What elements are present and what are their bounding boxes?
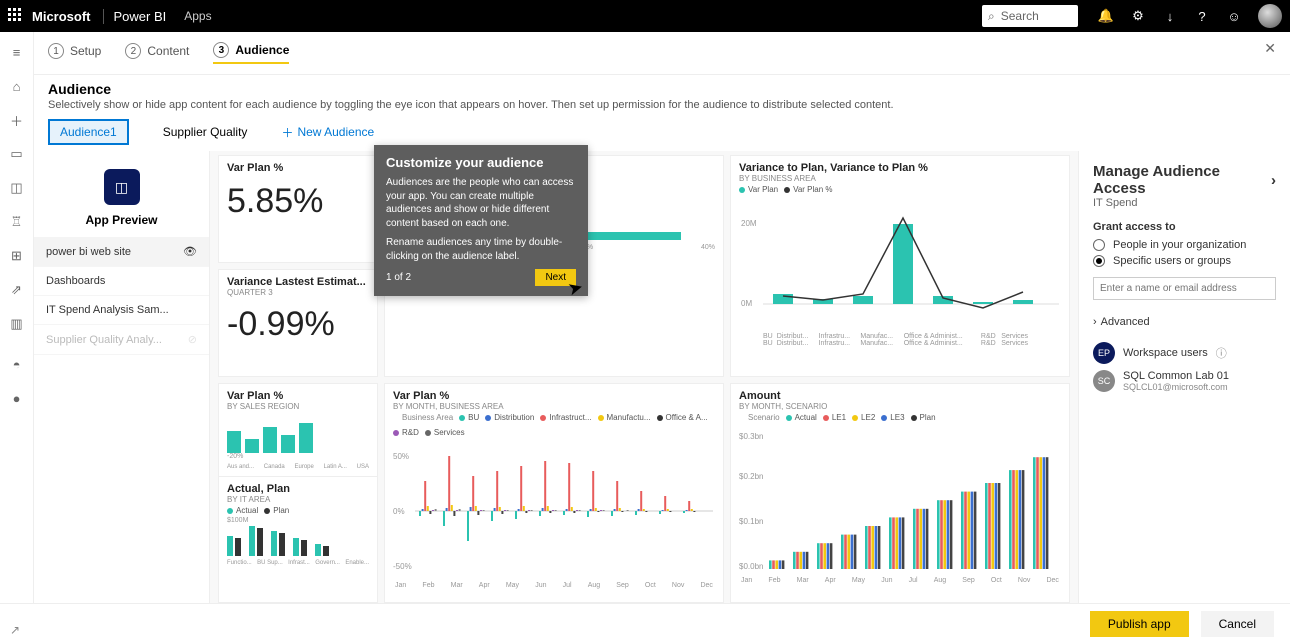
learn-icon[interactable]: ▥ — [9, 316, 25, 332]
app-preview[interactable]: ◫ App Preview — [34, 151, 209, 237]
svg-text:-50%: -50% — [393, 562, 412, 571]
tile-region-actual[interactable]: Var Plan % BY SALES REGION -20% Aus and.… — [218, 383, 378, 603]
browse-icon[interactable]: ▭ — [9, 146, 25, 162]
user-avatar-icon: SC — [1093, 370, 1115, 392]
nav-item[interactable]: IT Spend Analysis Sam... — [34, 296, 209, 325]
manage-audience-panel: Manage Audience Access› IT Spend Grant a… — [1078, 151, 1290, 603]
audience-tab-selected[interactable]: Audience1 — [48, 119, 129, 145]
new-audience-button[interactable]: ＋New Audience — [281, 124, 374, 141]
teach-callout: Customize your audience Audiences are th… — [374, 145, 588, 296]
svg-text:$0.2bn: $0.2bn — [739, 472, 763, 481]
deployment-icon[interactable]: ⇗ — [9, 282, 25, 298]
page-description: Selectively show or hide app content for… — [34, 99, 1290, 119]
apps-icon[interactable]: ⊞ — [9, 248, 25, 264]
step-setup[interactable]: 1Setup — [48, 42, 101, 64]
svg-text:0M: 0M — [741, 299, 752, 308]
amount-chart: $0.3bn $0.2bn $0.1bn $0.0bn — [739, 424, 1061, 574]
cancel-button[interactable]: Cancel — [1201, 611, 1274, 637]
chevron-right-icon[interactable]: › — [1271, 172, 1276, 189]
wizard-steps: 1Setup 2Content 3Audience ✕ — [34, 32, 1290, 75]
callout-p1: Audiences are the people who can access … — [386, 176, 576, 230]
close-icon[interactable]: ✕ — [1264, 40, 1276, 57]
svg-text:$0.1bn: $0.1bn — [739, 517, 763, 526]
advanced-toggle[interactable]: ›Advanced — [1093, 316, 1276, 328]
settings-icon[interactable]: ⚙ — [1130, 8, 1146, 24]
panel-subtitle: IT Spend — [1093, 197, 1276, 209]
variance-chart: 20M 0M — [739, 196, 1061, 326]
menu-icon[interactable]: ≡ — [9, 44, 25, 60]
expand-icon[interactable]: ↗ — [10, 623, 20, 637]
help-icon[interactable]: ? — [1194, 8, 1210, 24]
users-input[interactable] — [1093, 277, 1276, 300]
left-nav-rail: ≡ ⌂ ＋ ▭ ◫ ♖ ⊞ ⇗ ▥ ◓ ● — [0, 32, 34, 603]
search-placeholder: Search — [1001, 9, 1039, 23]
tile-amount[interactable]: Amount BY MONTH, SCENARIO Scenario Actua… — [730, 383, 1070, 603]
callout-counter: 1 of 2 — [386, 272, 411, 283]
app-launcher-icon[interactable] — [8, 8, 24, 24]
step-content[interactable]: 2Content — [125, 42, 189, 64]
chevron-right-icon: › — [1093, 316, 1097, 328]
svg-text:50%: 50% — [393, 452, 409, 461]
search-input[interactable]: ⌕ Search — [982, 5, 1078, 27]
tile-monthly[interactable]: Var Plan % BY MONTH, BUSINESS AREA Busin… — [384, 383, 724, 603]
nav-item[interactable]: Dashboards — [34, 267, 209, 296]
info-icon[interactable]: ⓘ — [1216, 345, 1227, 361]
feedback-icon[interactable]: ☺ — [1226, 8, 1242, 24]
radio-org[interactable]: People in your organization — [1093, 239, 1276, 251]
app-preview-label: App Preview — [34, 213, 209, 227]
audience-tabs: Audience1 Supplier Quality ＋New Audience — [34, 119, 1290, 151]
svg-text:20M: 20M — [741, 219, 757, 228]
section-label[interactable]: Apps — [184, 9, 211, 23]
eye-icon[interactable]: 👁 — [183, 245, 197, 258]
app-content-nav: ◫ App Preview power bi web site 👁 Dashbo… — [34, 151, 210, 603]
wizard-footer: Publish app Cancel — [0, 603, 1290, 643]
hidden-icon: ⊘ — [188, 333, 197, 346]
brand-microsoft: Microsoft — [32, 9, 91, 24]
workspaces-icon[interactable]: ◓ — [9, 356, 25, 372]
page-title: Audience — [34, 75, 1290, 99]
tile-varlatest[interactable]: Variance Lastest Estimat... QUARTER 3 -0… — [218, 269, 378, 377]
data-hub-icon[interactable]: ◫ — [9, 180, 25, 196]
home-icon[interactable]: ⌂ — [9, 78, 25, 94]
nav-item[interactable]: power bi web site 👁 — [34, 237, 209, 267]
plus-icon: ＋ — [281, 124, 293, 141]
tile-varplan[interactable]: Var Plan % 5.85% — [218, 155, 378, 263]
download-icon[interactable]: ↓ — [1162, 8, 1178, 24]
user-entry[interactable]: EP Workspace users ⓘ — [1093, 342, 1276, 364]
grant-access-label: Grant access to — [1093, 221, 1276, 233]
nav-item[interactable]: Supplier Quality Analy...⊘ — [34, 325, 209, 355]
publish-button[interactable]: Publish app — [1090, 611, 1189, 637]
tile-variance[interactable]: Variance to Plan, Variance to Plan % BY … — [730, 155, 1070, 377]
panel-title: Manage Audience Access — [1093, 163, 1271, 197]
create-icon[interactable]: ＋ — [9, 112, 25, 128]
global-header: Microsoft Power BI Apps ⌕ Search 🔔 ⚙ ↓ ?… — [0, 0, 1290, 32]
app-preview-icon: ◫ — [104, 169, 140, 205]
notifications-icon[interactable]: 🔔 — [1098, 8, 1114, 24]
radio-specific[interactable]: Specific users or groups — [1093, 255, 1276, 267]
user-avatar[interactable] — [1258, 4, 1282, 28]
user-entry[interactable]: SC SQL Common Lab 01SQLCL01@microsoft.co… — [1093, 370, 1276, 392]
monthly-chart: 50% 0% -50% — [393, 439, 715, 579]
step-audience[interactable]: 3Audience — [213, 42, 289, 64]
user-avatar-icon: EP — [1093, 342, 1115, 364]
audience-tab-supplier[interactable]: Supplier Quality — [153, 121, 258, 143]
callout-p2: Rename audiences any time by double-clic… — [386, 236, 576, 263]
svg-text:$0.0bn: $0.0bn — [739, 562, 763, 571]
svg-text:$0.3bn: $0.3bn — [739, 432, 763, 441]
callout-title: Customize your audience — [386, 155, 576, 170]
metrics-icon[interactable]: ♖ — [9, 214, 25, 230]
workspace-icon[interactable]: ● — [9, 390, 25, 406]
search-icon: ⌕ — [988, 9, 995, 24]
report-canvas: Var Plan % 5.85% Variance Lastest Estima… — [210, 151, 1078, 603]
svg-text:0%: 0% — [393, 507, 405, 516]
brand-powerbi: Power BI — [103, 9, 167, 24]
